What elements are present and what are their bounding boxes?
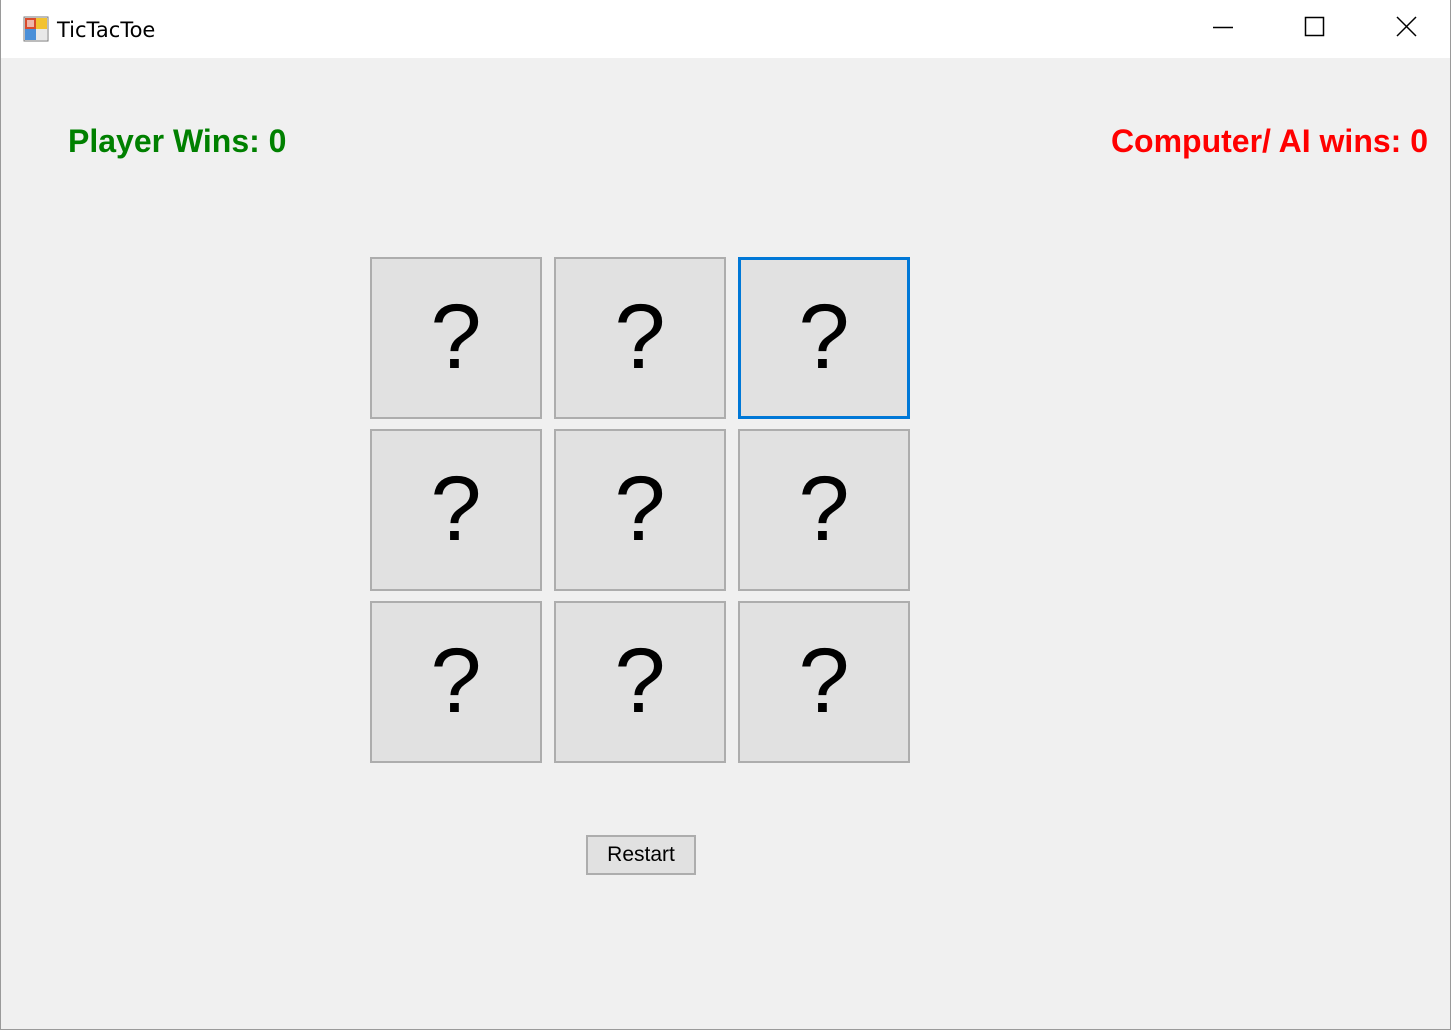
close-button[interactable] bbox=[1361, 0, 1451, 58]
board-cell-8[interactable]: ? bbox=[554, 601, 726, 763]
board-cell-6[interactable]: ? bbox=[738, 429, 910, 591]
maximize-icon bbox=[1304, 16, 1325, 37]
app-window-icon bbox=[23, 16, 49, 42]
board-cell-1[interactable]: ? bbox=[370, 257, 542, 419]
minimize-button[interactable] bbox=[1177, 0, 1269, 58]
restart-button[interactable]: Restart bbox=[586, 835, 696, 875]
board-cell-9[interactable]: ? bbox=[738, 601, 910, 763]
computer-wins-label: Computer/ AI wins: 0 bbox=[1110, 123, 1428, 159]
close-icon bbox=[1396, 16, 1417, 37]
board-cell-4[interactable]: ? bbox=[370, 429, 542, 591]
board-cell-5[interactable]: ? bbox=[554, 429, 726, 591]
title-bar[interactable]: TicTacToe bbox=[1, 0, 1450, 58]
minimize-icon bbox=[1213, 26, 1233, 29]
maximize-button[interactable] bbox=[1269, 0, 1361, 58]
window-title: TicTacToe bbox=[57, 18, 156, 42]
app-window: TicTacToe Player Wins: 0 Computer/ AI wi… bbox=[0, 0, 1451, 1030]
board-cell-7[interactable]: ? bbox=[370, 601, 542, 763]
board-cell-2[interactable]: ? bbox=[554, 257, 726, 419]
board-cell-3[interactable]: ? bbox=[738, 257, 910, 419]
player-wins-label: Player Wins: 0 bbox=[68, 123, 287, 159]
